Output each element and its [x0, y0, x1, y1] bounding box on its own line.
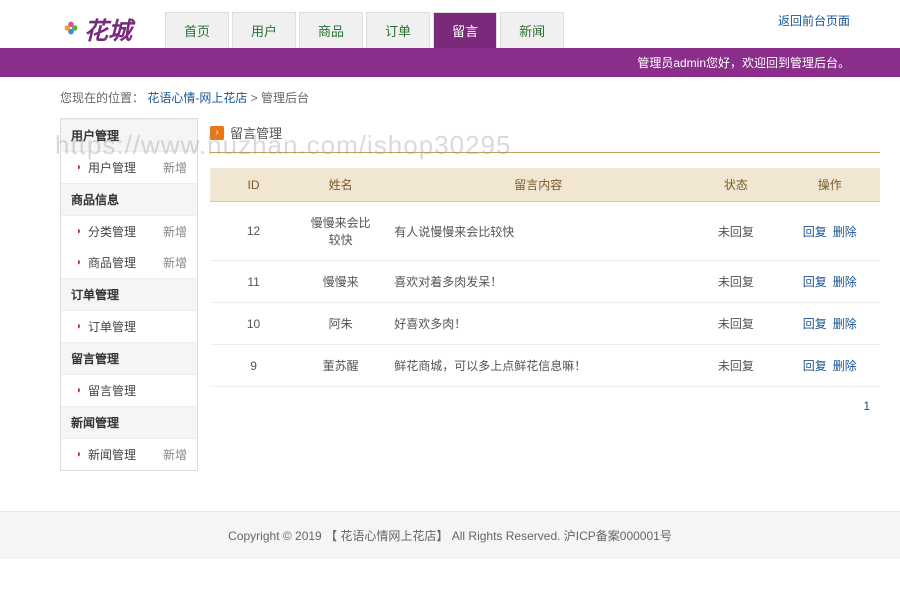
nav-item-2[interactable]: 商品: [299, 12, 363, 48]
bullet-icon: ◗: [76, 162, 82, 173]
table-header: 操作: [779, 168, 880, 202]
sidebar-header-2: 订单管理: [61, 278, 197, 311]
sidebar-link[interactable]: ◗订单管理: [76, 318, 136, 335]
sidebar-link[interactable]: ◗用户管理: [76, 159, 136, 176]
table-cell: 鲜花商城，可以多上点鲜花信息嘛！: [384, 345, 692, 387]
arrow-icon: ›: [210, 126, 224, 140]
breadcrumb-home-link[interactable]: 花语心情-网上花店: [147, 91, 247, 105]
breadcrumb: 您现在的位置： 花语心情-网上花店 > 管理后台: [0, 77, 900, 118]
logo-text: 花城: [84, 11, 132, 46]
table-row: 11慢慢来喜欢对着多肉发呆！未回复回复删除: [210, 261, 880, 303]
table-header: 姓名: [297, 168, 384, 202]
table-cell: 11: [210, 261, 297, 303]
table-row: 9董苏醒鲜花商城，可以多上点鲜花信息嘛！未回复回复删除: [210, 345, 880, 387]
main-nav: 首页用户商品订单留言新闻: [165, 12, 567, 48]
bullet-icon: ◗: [76, 449, 82, 460]
delete-link[interactable]: 删除: [833, 359, 857, 373]
table-cell: 未回复: [692, 303, 779, 345]
bullet-icon: ◗: [76, 257, 82, 268]
sidebar-link[interactable]: ◗分类管理: [76, 223, 136, 240]
return-frontend-link[interactable]: 返回前台页面: [778, 12, 850, 29]
sidebar-header-3: 留言管理: [61, 342, 197, 375]
reply-link[interactable]: 回复: [803, 225, 827, 239]
reply-link[interactable]: 回复: [803, 359, 827, 373]
nav-item-1[interactable]: 用户: [232, 12, 296, 48]
table-header: 状态: [692, 168, 779, 202]
table-cell: 慢慢来: [297, 261, 384, 303]
sidebar-add-link[interactable]: 新增: [163, 223, 187, 240]
table-row: 10阿朱好喜欢多肉！未回复回复删除: [210, 303, 880, 345]
sidebar-item-1-1: ◗商品管理 新增: [61, 247, 197, 278]
sidebar-item-1-0: ◗分类管理 新增: [61, 216, 197, 247]
table-cell: 慢慢来会比较快: [297, 202, 384, 261]
sidebar-item-2-0: ◗订单管理: [61, 311, 197, 342]
nav-item-0[interactable]: 首页: [165, 12, 229, 48]
admin-welcome-bar: 管理员admin您好，欢迎回到管理后台。: [0, 48, 900, 77]
bullet-icon: ◗: [76, 226, 82, 237]
reply-link[interactable]: 回复: [803, 317, 827, 331]
nav-item-3[interactable]: 订单: [366, 12, 430, 48]
bullet-icon: ◗: [76, 321, 82, 332]
table-cell: 9: [210, 345, 297, 387]
sidebar-add-link[interactable]: 新增: [163, 254, 187, 271]
table-cell-actions: 回复删除: [779, 303, 880, 345]
table-cell: 好喜欢多肉！: [384, 303, 692, 345]
content-title: › 留言管理: [210, 118, 880, 153]
sidebar-link[interactable]: ◗商品管理: [76, 254, 136, 271]
main-area: 用户管理◗用户管理新增商品信息◗分类管理新增◗商品管理新增订单管理◗订单管理留言…: [0, 118, 900, 491]
footer: Copyright © 2019 【 花语心情网上花店】 All Rights …: [0, 511, 900, 559]
table-cell: 阿朱: [297, 303, 384, 345]
table-cell: 10: [210, 303, 297, 345]
reply-link[interactable]: 回复: [803, 275, 827, 289]
page-1[interactable]: 1: [858, 397, 875, 415]
flower-icon: [60, 17, 82, 39]
nav-item-4[interactable]: 留言: [433, 12, 497, 48]
table-header: 留言内容: [384, 168, 692, 202]
bullet-icon: ◗: [76, 385, 82, 396]
table-cell: 有人说慢慢来会比较快: [384, 202, 692, 261]
delete-link[interactable]: 删除: [833, 225, 857, 239]
table-row: 12慢慢来会比较快有人说慢慢来会比较快未回复回复删除: [210, 202, 880, 261]
sidebar: 用户管理◗用户管理新增商品信息◗分类管理新增◗商品管理新增订单管理◗订单管理留言…: [60, 118, 198, 471]
content-title-text: 留言管理: [230, 123, 282, 142]
sidebar-add-link[interactable]: 新增: [163, 159, 187, 176]
breadcrumb-sep: >: [251, 91, 261, 105]
messages-table: ID姓名留言内容状态操作 12慢慢来会比较快有人说慢慢来会比较快未回复回复删除1…: [210, 168, 880, 387]
table-header: ID: [210, 168, 297, 202]
sidebar-header-1: 商品信息: [61, 183, 197, 216]
logo[interactable]: 花城: [60, 8, 160, 48]
table-cell: 董苏醒: [297, 345, 384, 387]
delete-link[interactable]: 删除: [833, 275, 857, 289]
sidebar-link[interactable]: ◗留言管理: [76, 382, 136, 399]
table-cell: 未回复: [692, 345, 779, 387]
table-cell: 未回复: [692, 202, 779, 261]
table-cell: 喜欢对着多肉发呆！: [384, 261, 692, 303]
sidebar-item-3-0: ◗留言管理: [61, 375, 197, 406]
header: 花城 首页用户商品订单留言新闻 返回前台页面: [0, 0, 900, 48]
breadcrumb-current: 管理后台: [261, 91, 309, 105]
sidebar-header-0: 用户管理: [61, 119, 197, 152]
sidebar-item-0-0: ◗用户管理 新增: [61, 152, 197, 183]
nav-item-5[interactable]: 新闻: [500, 12, 564, 48]
sidebar-add-link[interactable]: 新增: [163, 446, 187, 463]
pagination: 1: [210, 387, 880, 413]
sidebar-header-4: 新闻管理: [61, 406, 197, 439]
delete-link[interactable]: 删除: [833, 317, 857, 331]
table-cell: 12: [210, 202, 297, 261]
table-cell-actions: 回复删除: [779, 202, 880, 261]
table-cell-actions: 回复删除: [779, 261, 880, 303]
sidebar-link[interactable]: ◗新闻管理: [76, 446, 136, 463]
breadcrumb-prefix: 您现在的位置：: [60, 91, 144, 105]
content-panel: › 留言管理 ID姓名留言内容状态操作 12慢慢来会比较快有人说慢慢来会比较快未…: [210, 118, 880, 471]
sidebar-item-4-0: ◗新闻管理 新增: [61, 439, 197, 470]
table-cell: 未回复: [692, 261, 779, 303]
table-cell-actions: 回复删除: [779, 345, 880, 387]
